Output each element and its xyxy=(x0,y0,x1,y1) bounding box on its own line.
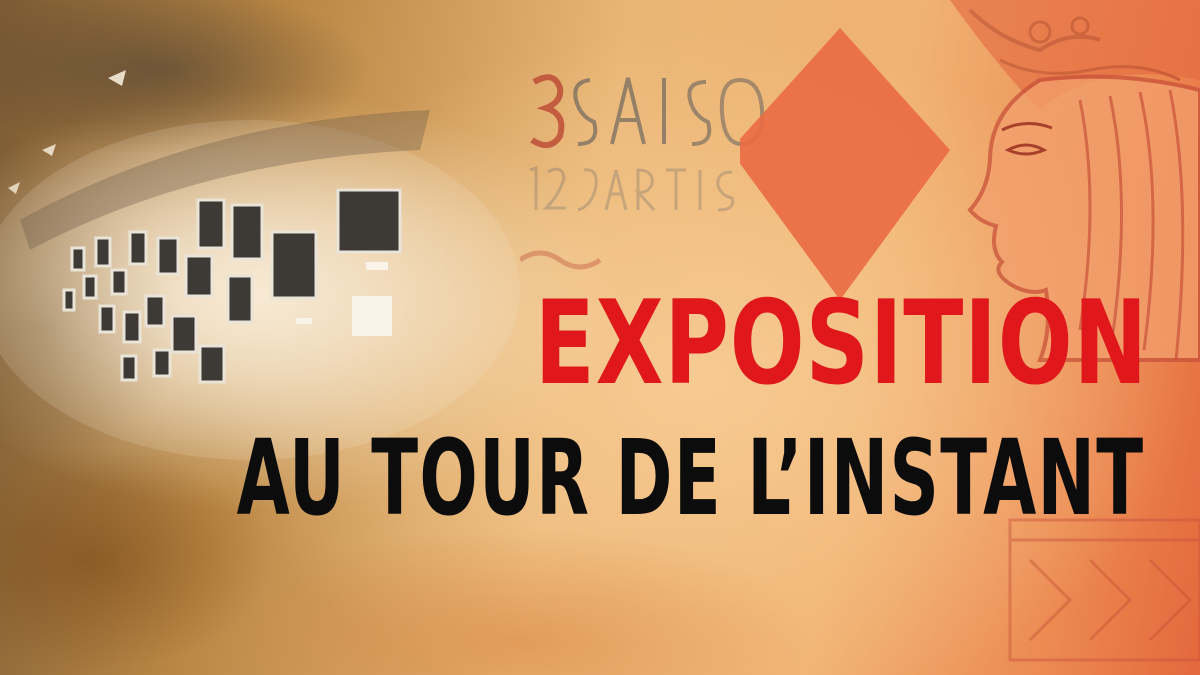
exhibition-subtitle: AU TOUR DE L’INSTANT xyxy=(236,417,1144,539)
poster: EXPOSITION AU TOUR DE L’INSTANT xyxy=(0,0,1200,675)
exhibition-title: EXPOSITION xyxy=(534,276,1148,411)
diamond-icon xyxy=(740,28,950,300)
